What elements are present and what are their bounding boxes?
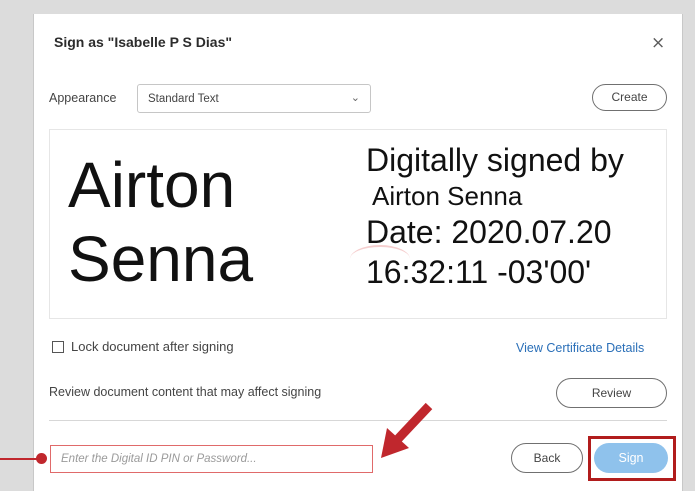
sign-button[interactable]: Sign xyxy=(594,443,668,473)
dialog-title: Sign as "Isabelle P S Dias" xyxy=(54,34,232,50)
lock-document-label: Lock document after signing xyxy=(71,339,234,354)
signature-name: Airton Senna xyxy=(68,148,253,296)
appearance-selected-value: Standard Text xyxy=(148,93,219,105)
close-icon[interactable]: × xyxy=(651,33,665,53)
signature-details-line1: Digitally signed by xyxy=(366,142,624,178)
sign-dialog: Sign as "Isabelle P S Dias" × Appearance… xyxy=(33,14,683,491)
pin-password-input[interactable] xyxy=(50,445,373,473)
lock-document-checkbox[interactable] xyxy=(52,340,64,353)
review-button[interactable]: Review xyxy=(556,378,667,408)
view-certificate-link[interactable]: View Certificate Details xyxy=(516,341,644,355)
arrow-icon xyxy=(381,402,433,458)
divider xyxy=(49,420,667,421)
signature-name-line1: Airton xyxy=(68,149,236,221)
signature-name-line2: Senna xyxy=(68,223,254,295)
lock-document-option[interactable]: Lock document after signing xyxy=(52,339,234,354)
chevron-down-icon: ⌄ xyxy=(350,91,360,104)
create-button[interactable]: Create xyxy=(592,84,667,111)
callout-dot xyxy=(36,453,47,464)
appearance-label: Appearance xyxy=(49,91,117,105)
signature-details-line3: Date: 2020.07.20 xyxy=(366,214,612,250)
signature-details-line4: 16:32:11 -03'00' xyxy=(366,254,592,290)
back-button[interactable]: Back xyxy=(511,443,583,473)
signature-details-line2: Airton Senna xyxy=(372,181,523,211)
signature-preview: Airton Senna Digitally signed by Airton … xyxy=(49,129,667,319)
review-description: Review document content that may affect … xyxy=(49,385,322,399)
signature-details: Digitally signed by Airton Senna Date: 2… xyxy=(366,140,624,292)
appearance-dropdown[interactable]: Standard Text ⌄ xyxy=(137,84,371,113)
